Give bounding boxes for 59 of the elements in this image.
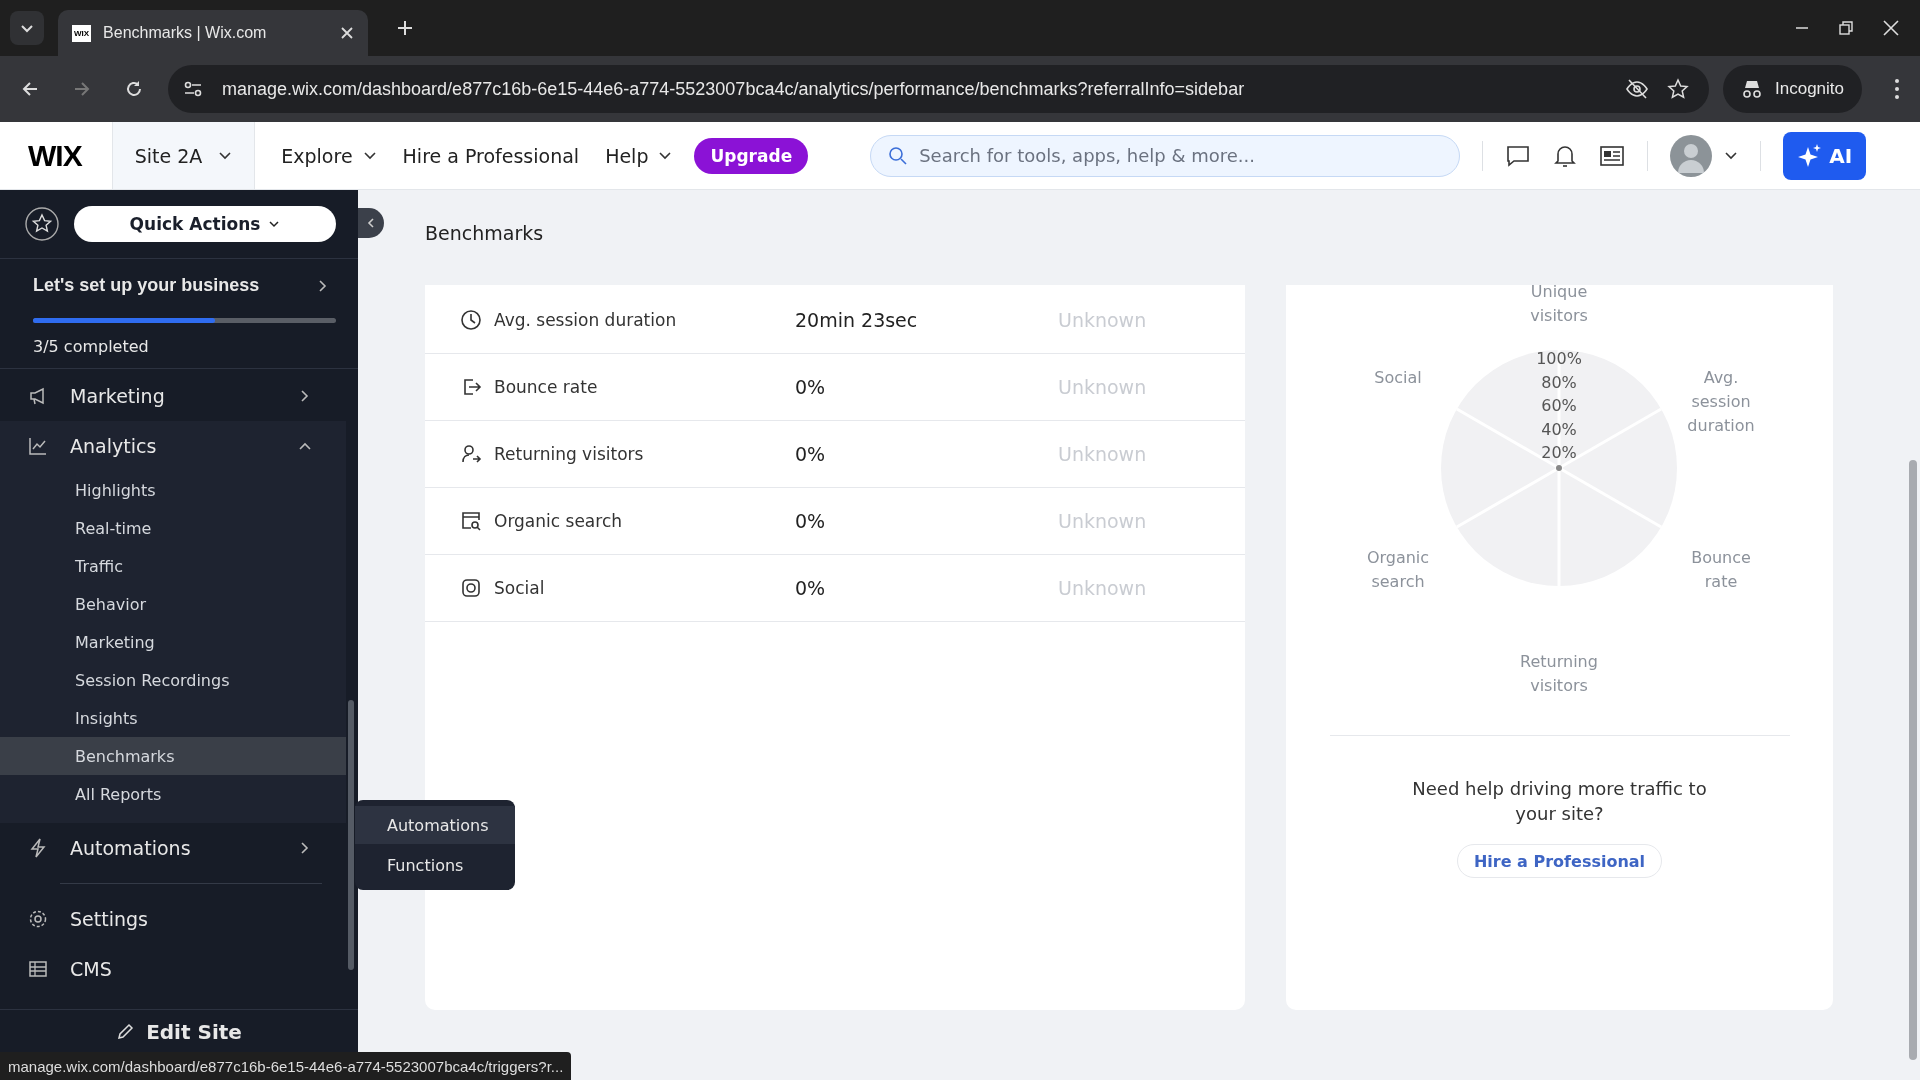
- ai-button[interactable]: AI: [1783, 131, 1867, 180]
- browser-tab[interactable]: WIX Benchmarks | Wix.com: [58, 10, 368, 56]
- sidebar-subitem[interactable]: Session Recordings: [0, 661, 346, 699]
- search-field[interactable]: Search for tools, apps, help & more...: [870, 134, 1461, 177]
- edit-site-button[interactable]: Edit Site: [110, 1018, 248, 1046]
- tab-title: Benchmarks | Wix.com: [103, 24, 268, 42]
- tick-label: 80%: [1541, 372, 1577, 392]
- sidebar-label: Automations: [70, 837, 192, 859]
- axis-label: Organic search: [1366, 548, 1430, 591]
- sidebar-label[interactable]: CMS: [70, 958, 324, 980]
- sidebar-label[interactable]: Settings: [70, 908, 324, 930]
- axis-label: Bounce rate: [1691, 548, 1751, 591]
- sidebar-subitem[interactable]: Benchmarks: [0, 737, 346, 775]
- favicon: WIX: [72, 24, 92, 42]
- sidebar-label: Analytics: [70, 435, 158, 457]
- quick-actions-button[interactable]: Quick Actions: [74, 206, 336, 242]
- setup-title[interactable]: Let's set up your business: [33, 275, 260, 296]
- metric-value: 20min 23sec: [795, 309, 919, 331]
- sidebar-label: Marketing: [70, 385, 166, 407]
- upgrade-button[interactable]: Upgrade: [694, 137, 809, 174]
- sidebar-subitem[interactable]: Marketing: [0, 623, 346, 661]
- metric-label: Social: [494, 578, 545, 598]
- metric-value: 0%: [795, 577, 827, 599]
- status-url-tooltip: manage.wix.com/dashboard/e877c16b-6e15-44e6-a774-5523007bca4c/triggers?r...: [0, 1052, 572, 1080]
- sidebar-subitem[interactable]: All Reports: [0, 775, 346, 813]
- site-selector[interactable]: Site 2A: [111, 122, 256, 189]
- axis-label: Unique visitors: [1530, 282, 1588, 325]
- axis-label: Social: [1374, 368, 1422, 387]
- menu-item[interactable]: Automations: [355, 806, 515, 844]
- metric-label: Returning visitors: [494, 444, 644, 464]
- progress-text: 3/5 completed: [33, 337, 150, 356]
- menu-item[interactable]: Functions: [355, 846, 515, 884]
- sidebar-subitem[interactable]: Insights: [0, 699, 346, 737]
- tick-label: 60%: [1541, 396, 1577, 415]
- sidebar-subitem[interactable]: Highlights: [0, 471, 346, 509]
- nav-link[interactable]: Explore: [281, 144, 377, 167]
- tick-label: 20%: [1541, 443, 1577, 462]
- metric-label: Organic search: [494, 511, 622, 531]
- metric-value: 0%: [795, 376, 827, 398]
- axis-label: Avg. session duration: [1687, 368, 1755, 435]
- metric-value: 0%: [795, 510, 827, 532]
- sidebar-subitem[interactable]: Real-time: [0, 509, 346, 547]
- incognito-chip[interactable]: Incognito: [1723, 65, 1862, 113]
- metric-label: Bounce rate: [494, 377, 598, 397]
- tick-label: 40%: [1541, 419, 1577, 439]
- help-text: Need help driving more traffic to your site?: [1411, 777, 1708, 826]
- url-text: manage.wix.com/dashboard/e877c16b-6e15-44e6-a774-5523007bca4c/analytics/performance/benchmarks?referralInfo=sidebar: [222, 78, 1245, 100]
- page-title: Benchmarks: [425, 220, 545, 246]
- nav-link[interactable]: Help: [605, 144, 673, 167]
- metric-label: Avg. session duration: [494, 310, 677, 330]
- address-bar[interactable]: manage.wix.com/dashboard/e877c16b-6e15-44e6-a774-5523007bca4c/analytics/performance/benchmarks?referralInfo=sidebar: [168, 65, 1709, 113]
- sidebar-subitem[interactable]: Traffic: [0, 547, 346, 585]
- tick-label: 100%: [1536, 349, 1582, 368]
- hire-professional-button[interactable]: Hire a Professional: [1456, 844, 1663, 878]
- sidebar-subitem[interactable]: Behavior: [0, 585, 346, 623]
- axis-label: Returning visitors: [1520, 652, 1598, 695]
- metric-value: 0%: [795, 443, 827, 465]
- nav-link[interactable]: Hire a Professional: [402, 144, 580, 167]
- wix-logo[interactable]: WIX: [28, 138, 82, 173]
